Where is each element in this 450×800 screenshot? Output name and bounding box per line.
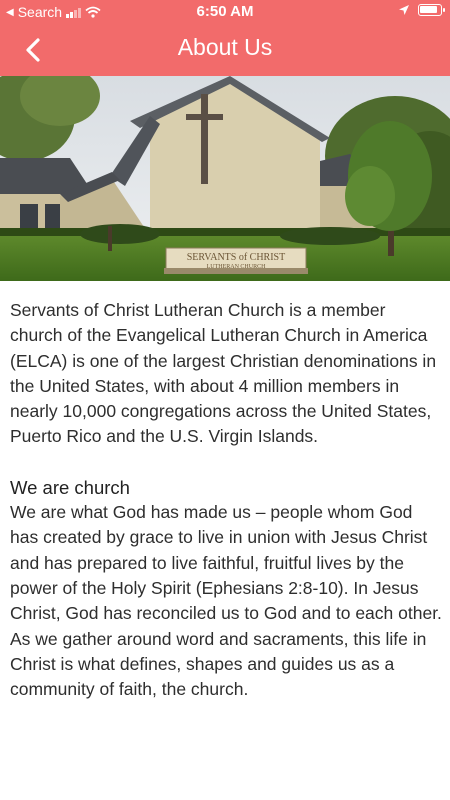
battery-icon [418,4,445,16]
church-sign-subtext: LUTHERAN CHURCH [207,264,267,270]
section-heading: We are church [10,476,130,498]
section-paragraph: We are what God has made us – people who… [10,502,442,700]
church-photo: SERVANTS of CHRIST LUTHERAN CHURCH [0,76,450,281]
location-arrow-icon [399,5,409,15]
intro-paragraph: Servants of Christ Lutheran Church is a … [10,300,437,447]
church-sign-text: SERVANTS of CHRIST [187,252,285,263]
about-content: Servants of Christ Lutheran Church is a … [10,298,442,702]
status-time: 6:50 AM [196,3,254,20]
status-bar: ◀ Search 6:50 AM [0,0,450,26]
page-title: About Us [177,34,273,60]
nav-header: ◀ Search 6:50 AM About Us [0,0,450,76]
